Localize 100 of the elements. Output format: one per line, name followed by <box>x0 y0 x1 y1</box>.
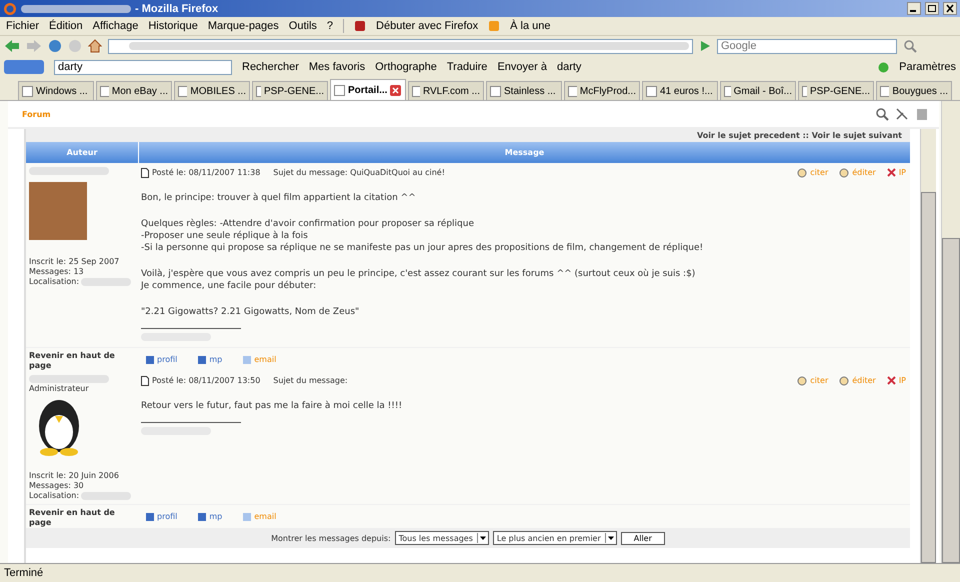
toolbar-button[interactable]: Mes favoris <box>308 61 366 73</box>
speech-bubble-icon[interactable] <box>797 376 808 386</box>
menu-item[interactable]: Outils <box>288 20 317 32</box>
caret-icon[interactable] <box>604 533 616 543</box>
user-info: Inscrit le: 20 Juin 2006 <box>29 471 120 480</box>
toolbar-button[interactable]: Traduire <box>446 61 488 73</box>
status-dot-icon <box>878 62 890 72</box>
go-button[interactable]: Aller <box>620 532 665 544</box>
go-icon[interactable] <box>699 40 711 52</box>
filter-label: Montrer les messages depuis: <box>271 534 391 542</box>
post-text: Voilà, j'espère que vous avez compris un peu le principe, c'est assez courant sur les forums ^^ (surtout ceux où je suis :$) Je commence, une facile pour débuter: <box>141 268 696 292</box>
user-info: Messages: 13 <box>29 267 85 276</box>
user-link[interactable]: profil <box>157 355 178 364</box>
search-field[interactable]: darty <box>54 60 232 74</box>
bookmark-link[interactable]: Débuter avec Firefox <box>376 20 478 32</box>
page-icon <box>100 86 109 96</box>
back-icon[interactable] <box>4 39 20 53</box>
person-icon[interactable] <box>197 512 208 522</box>
home-icon[interactable] <box>88 39 102 53</box>
post-date: Posté le: 08/11/2007 13:50 <box>152 376 260 385</box>
menu-item[interactable]: Fichier <box>6 20 40 32</box>
person-icon[interactable] <box>197 354 208 364</box>
post-date: Posté le: 08/11/2007 11:38 <box>152 168 260 177</box>
browser-tab[interactable]: Bouygues ... <box>876 81 952 100</box>
search-icon[interactable] <box>875 107 889 121</box>
search-field[interactable]: Google <box>717 38 897 54</box>
search-icon[interactable] <box>903 39 917 53</box>
period-dropdown[interactable]: Tous les messages <box>394 531 489 545</box>
browser-tab[interactable]: Stainless ... <box>486 81 562 100</box>
browser-tab[interactable]: Mon eBay ... <box>96 81 172 100</box>
page-icon <box>412 86 420 96</box>
order-dropdown[interactable]: Le plus ancien en premier <box>492 531 617 545</box>
post-icon <box>141 168 149 178</box>
browser-logo-icon <box>3 2 17 16</box>
topic-navigation-link[interactable]: Voir le sujet precedent :: Voir le sujet suivant <box>696 131 902 140</box>
scrollbar[interactable] <box>941 101 960 563</box>
post-text: Bon, le principe: trouver à quel film appartient la citation ^^ <box>141 192 417 204</box>
toolbar-button[interactable]: Envoyer à <box>497 61 547 73</box>
post-text: Quelques règles: -Attendre d'avoir confirmation pour proposer sa réplique -Proposer une seule réplique à la fois -Si la personne qui propose sa réplique ne se manifeste pas un jour apres des propositions de film, changement de réplique! <box>141 218 704 254</box>
speech-bubble-icon[interactable] <box>839 168 850 178</box>
delete-icon[interactable] <box>886 168 896 177</box>
browser-tab[interactable]: Portail... <box>330 79 406 100</box>
page-icon <box>646 86 657 96</box>
page-icon <box>334 84 345 96</box>
bookmark-icon[interactable] <box>354 20 366 32</box>
menu-item[interactable]: Affichage <box>92 20 138 32</box>
scrollbar[interactable] <box>920 129 936 563</box>
user-info: Localisation: <box>29 491 80 500</box>
address-field[interactable] <box>108 38 693 54</box>
person-icon[interactable] <box>145 354 155 364</box>
menu-item[interactable]: Historique <box>148 20 198 32</box>
back-to-top-link[interactable]: Revenir en haut de page <box>26 508 138 525</box>
reload-icon[interactable] <box>48 39 62 53</box>
user-rank: Administrateur <box>29 384 90 393</box>
speech-bubble-icon[interactable] <box>797 168 808 178</box>
menu-item[interactable]: Marque-pages <box>208 20 279 32</box>
browser-tab[interactable]: Windows ... <box>18 81 94 100</box>
browser-tab[interactable]: McFlyProd... <box>564 81 640 100</box>
menu-item[interactable]: ? <box>326 20 334 32</box>
post-text: "2.21 Gigowatts? 2.21 Gigowatts, Nom de Zeus" <box>141 306 360 318</box>
user-link[interactable]: profil <box>157 512 178 521</box>
column-header: Message <box>504 147 546 159</box>
delete-icon[interactable] <box>886 376 896 385</box>
speech-bubble-icon[interactable] <box>839 376 850 386</box>
person-icon[interactable] <box>145 512 155 522</box>
page-icon <box>724 86 731 96</box>
browser-tab[interactable]: MOBILES ... <box>174 81 250 100</box>
user-link[interactable]: mp <box>209 355 222 364</box>
bookmark-link[interactable]: À la une <box>510 20 551 32</box>
caret-icon[interactable] <box>476 533 488 543</box>
post-text: Retour vers le futur, faut pas me la faire à moi celle la !!!! <box>141 400 404 412</box>
page-icon <box>256 86 261 96</box>
close-icon[interactable] <box>943 2 957 15</box>
maximize-icon[interactable] <box>925 2 939 15</box>
post-icon <box>141 376 149 386</box>
browser-tab[interactable]: RVLF.com ... <box>408 81 484 100</box>
page-icon <box>802 86 807 96</box>
user-info: Localisation: <box>29 277 80 286</box>
page-icon <box>490 86 501 96</box>
window-title: - Mozilla Firefox <box>135 2 218 14</box>
photo-placeholder <box>29 182 87 240</box>
page-icon <box>568 86 577 96</box>
menu-item[interactable]: Édition <box>49 20 83 32</box>
page-icon <box>22 86 33 96</box>
page-icon <box>880 86 890 96</box>
browser-tab[interactable]: PSP-GENE... <box>252 81 328 100</box>
toolbar-button[interactable]: Rechercher <box>242 61 299 73</box>
user-info: Inscrit le: 25 Sep 2007 <box>29 257 120 266</box>
minimize-icon[interactable] <box>907 2 921 15</box>
user-link[interactable]: mp <box>209 512 222 521</box>
back-to-top-link[interactable]: Revenir en haut de page <box>26 351 138 368</box>
browser-tab[interactable]: PSP-GENE... <box>798 81 874 100</box>
post-subject: Sujet du message: <box>273 376 348 385</box>
toolbar-button[interactable]: darty <box>556 61 582 73</box>
browser-tab[interactable]: Gmail - Boî... <box>720 81 796 100</box>
browser-tab[interactable]: 41 euros !... <box>642 81 718 100</box>
user-info: Messages: 30 <box>29 481 85 490</box>
toolbar-button[interactable]: Orthographe <box>375 61 437 73</box>
post-subject: Sujet du message: QuiQuaDitQuoi au ciné! <box>273 168 445 177</box>
settings-button[interactable]: Paramètres <box>899 61 956 73</box>
